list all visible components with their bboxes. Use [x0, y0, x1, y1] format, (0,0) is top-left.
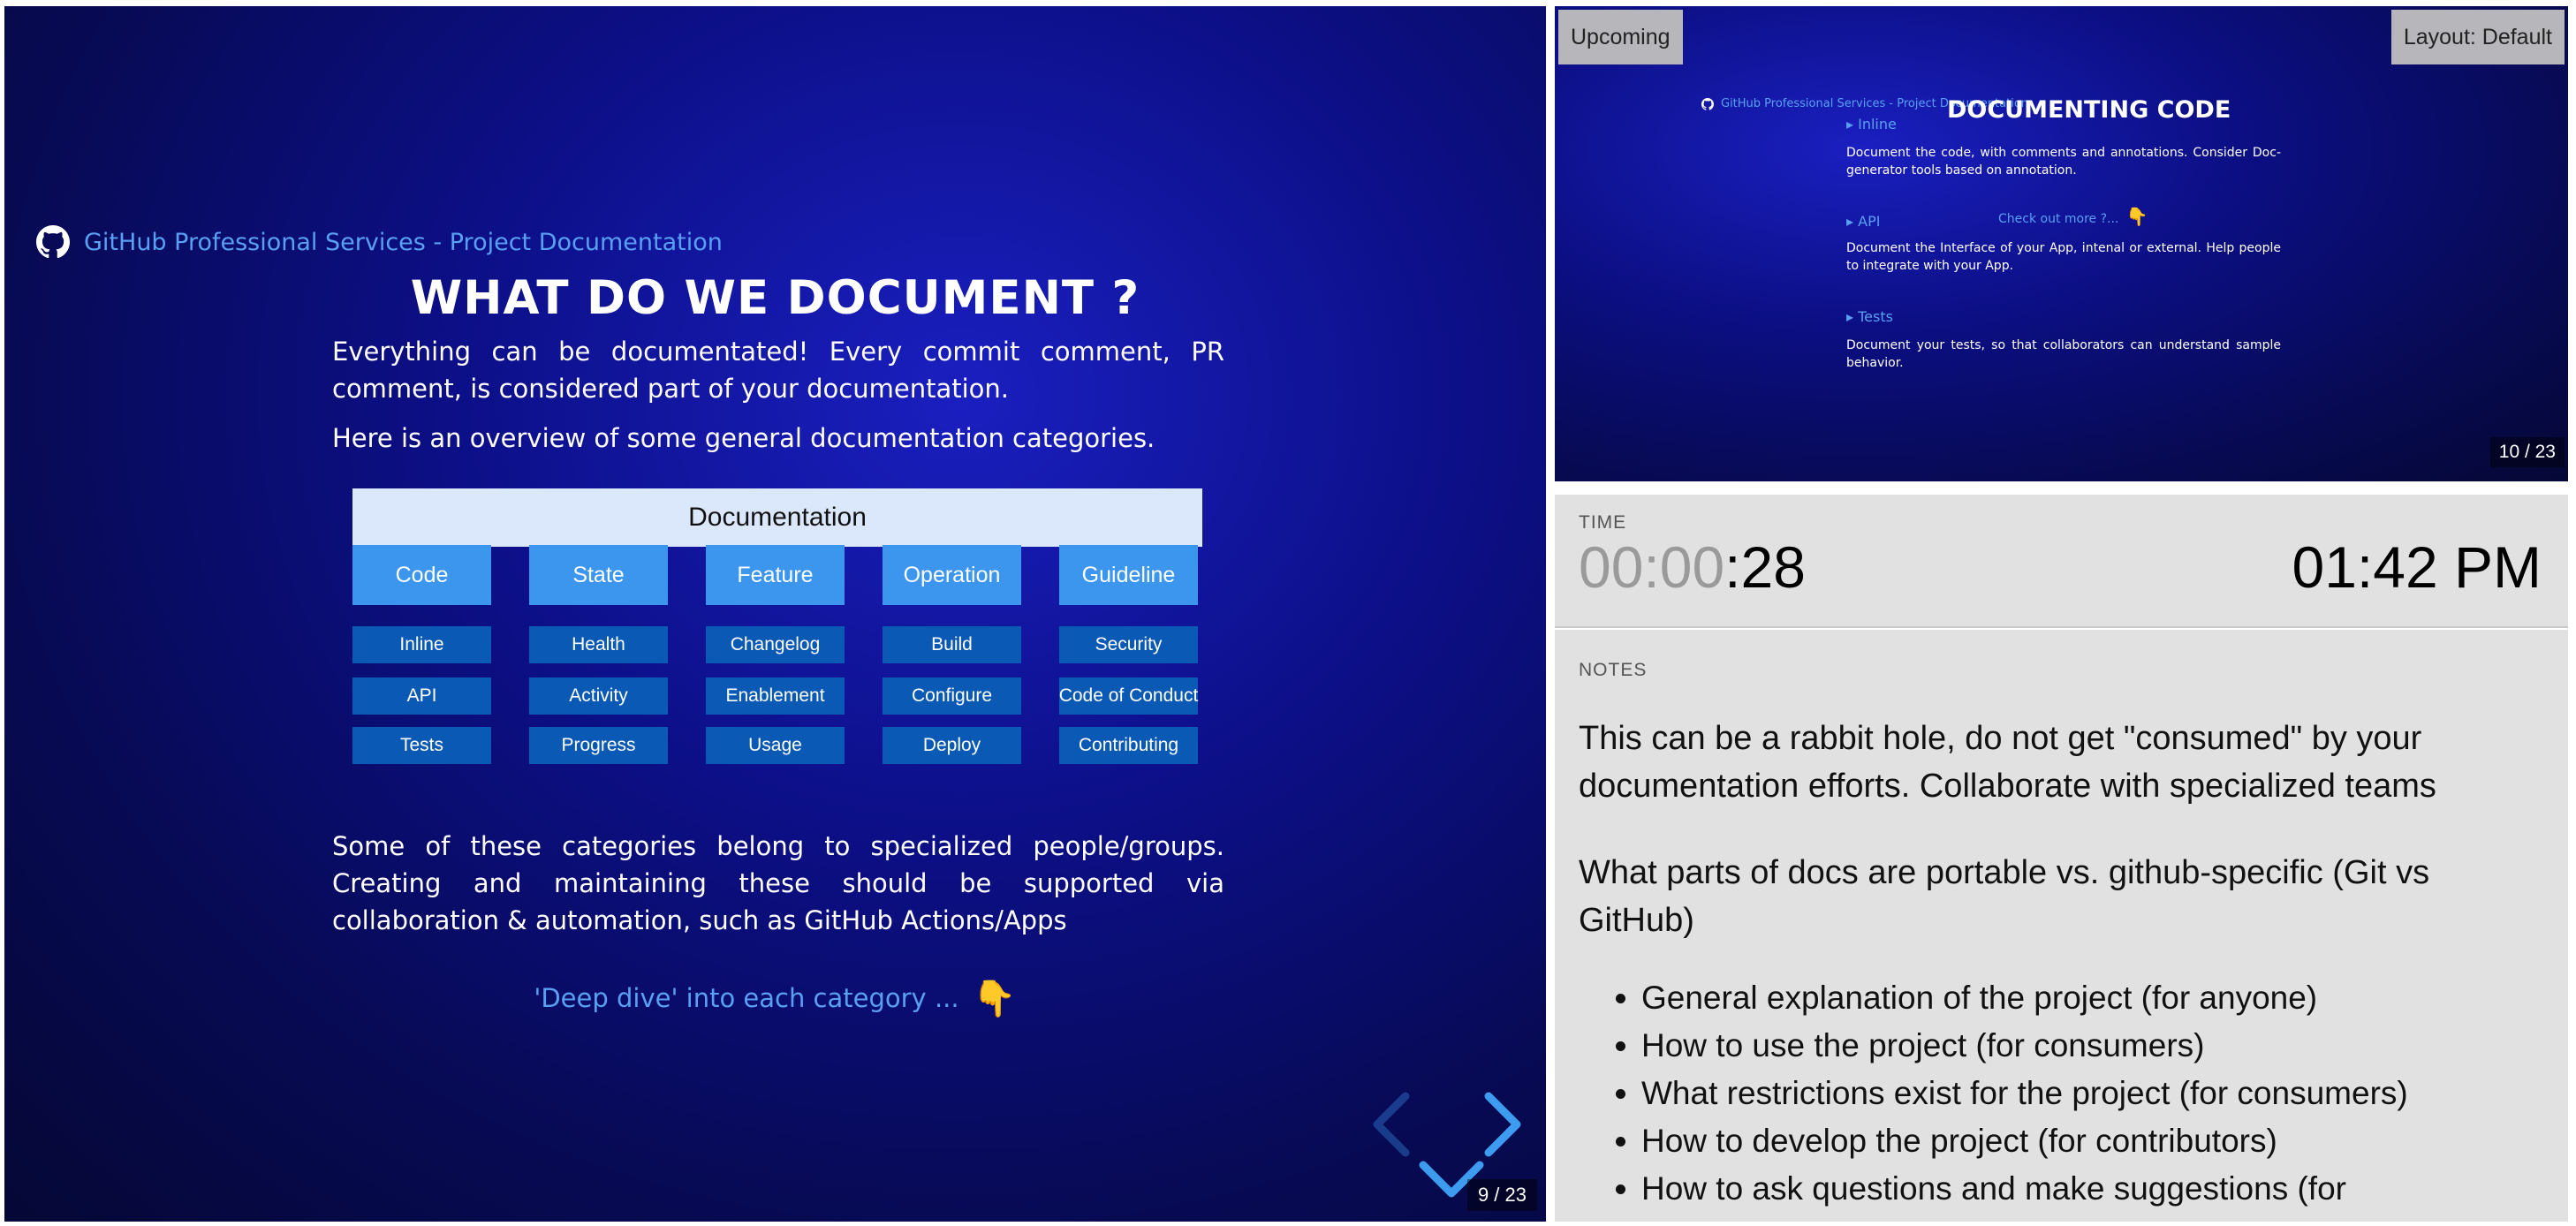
- notes-list: General explanation of the project (for …: [1641, 974, 2560, 1213]
- current-slide: GitHub Professional Services - Project D…: [4, 6, 1546, 1222]
- item-progress: Progress: [529, 727, 668, 764]
- category-code: Code: [352, 545, 491, 605]
- time-label: TIME: [1579, 512, 1627, 533]
- item-api: API: [352, 677, 491, 715]
- category-operation: Operation: [883, 545, 1021, 605]
- brand-text[interactable]: GitHub Professional Services - Project D…: [84, 229, 723, 256]
- item-usage: Usage: [706, 727, 845, 764]
- upcoming-title: DOCUMENTING CODE: [1947, 96, 2231, 124]
- upcoming-item-inline-head: ▸ Inline: [1846, 116, 1897, 132]
- item-tests: Tests: [352, 727, 491, 764]
- specialized-groups-paragraph: Some of these categories belong to speci…: [332, 831, 1224, 935]
- time-panel: TIME 00:00:28 01:42 PM: [1555, 495, 2568, 628]
- overview-paragraph: Here is an overview of some general docu…: [332, 423, 1155, 453]
- list-item: What restrictions exist for the project …: [1641, 1070, 2560, 1117]
- github-icon: [1701, 97, 1714, 110]
- upcoming-item-api-text: Document the Interface of your App, inte…: [1846, 241, 2281, 273]
- upcoming-label: Upcoming: [1558, 10, 1683, 64]
- item-security: Security: [1059, 626, 1198, 663]
- deep-dive-link[interactable]: 'Deep dive' into each category ... 👇: [4, 978, 1546, 1019]
- list-item: How to ask questions and make suggestion…: [1641, 1165, 2560, 1213]
- diagram-root-documentation: Documentation: [352, 488, 1202, 547]
- item-changelog: Changelog: [706, 626, 845, 663]
- timer-hours-minutes: 00:00: [1579, 534, 1725, 600]
- intro-paragraph: Everything can be documentated! Every co…: [332, 337, 1224, 404]
- notes-label: NOTES: [1579, 660, 1648, 680]
- documentation-diagram: Documentation Code Inline API Tests Stat…: [352, 481, 1202, 764]
- upcoming-slide-preview[interactable]: Upcoming Layout: Default GitHub Professi…: [1555, 6, 2568, 481]
- item-inline: Inline: [352, 626, 491, 663]
- note-paragraph: What parts of docs are portable vs. gith…: [1579, 854, 2430, 939]
- category-guideline: Guideline: [1059, 545, 1198, 605]
- layout-selector[interactable]: Layout: Default: [2390, 10, 2565, 64]
- item-activity: Activity: [529, 677, 668, 715]
- next-arrow-icon[interactable]: [1481, 1091, 1524, 1158]
- upcoming-item-api-head: ▸ API: [1846, 213, 1881, 230]
- category-feature: Feature: [706, 545, 845, 605]
- slide-brand: GitHub Professional Services - Project D…: [36, 225, 723, 259]
- upcoming-checkout-text: Check out more ?...: [1998, 212, 2119, 226]
- upcoming-item-tests-head: ▸ Tests: [1846, 308, 1893, 325]
- list-item: General explanation of the project (for …: [1641, 974, 2560, 1022]
- category-state: State: [529, 545, 668, 605]
- item-enablement: Enablement: [706, 677, 845, 715]
- list-item: How to develop the project (for contribu…: [1641, 1117, 2560, 1165]
- deep-dive-text[interactable]: 'Deep dive' into each category ...: [534, 983, 958, 1013]
- upcoming-item-inline-text: Document the code, with comments and ann…: [1846, 146, 2281, 178]
- timer-seconds: :28: [1724, 534, 1806, 600]
- upcoming-checkout-link: Check out more ?... 👇: [1998, 206, 2148, 227]
- current-clock: 01:42 PM: [2292, 534, 2542, 600]
- speaker-notes-panel[interactable]: NOTES This can be a rabbit hole, do not …: [1555, 630, 2568, 1222]
- github-icon: [36, 225, 70, 259]
- elapsed-timer[interactable]: 00:00:28: [1579, 534, 1806, 601]
- upcoming-slide-counter: 10 / 23: [2489, 437, 2565, 467]
- slide-counter: 9 / 23: [1466, 1179, 1537, 1211]
- item-code-of-conduct: Code of Conduct: [1059, 677, 1198, 715]
- upcoming-item-tests-text: Document your tests, so that collaborato…: [1846, 338, 2281, 370]
- item-contributing: Contributing: [1059, 727, 1198, 764]
- item-configure: Configure: [883, 677, 1021, 715]
- slide-title: WHAT DO WE DOCUMENT ?: [410, 271, 1140, 325]
- pointing-down-hand-icon: 👇: [2125, 206, 2148, 227]
- note-paragraph: This can be a rabbit hole, do not get "c…: [1579, 720, 2436, 805]
- prev-arrow-icon[interactable]: [1370, 1091, 1413, 1158]
- item-deploy: Deploy: [883, 727, 1021, 764]
- list-item: How to use the project (for consumers): [1641, 1022, 2560, 1070]
- item-build: Build: [883, 626, 1021, 663]
- item-health: Health: [529, 626, 668, 663]
- pointing-down-hand-icon: 👇: [972, 979, 1017, 1019]
